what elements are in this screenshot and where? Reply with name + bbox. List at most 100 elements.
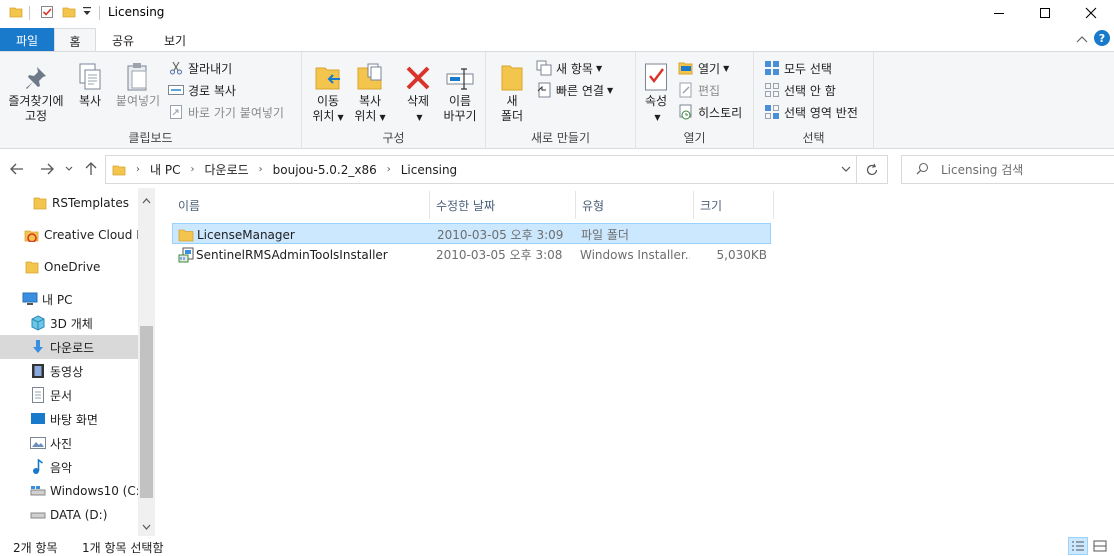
- forward-button[interactable]: [38, 160, 56, 178]
- pin-label-1: 즐겨찾기에: [8, 94, 64, 108]
- invert-selection-icon: [764, 104, 780, 120]
- properties-button[interactable]: 속성 ▼: [638, 58, 674, 125]
- tree-item-videos[interactable]: 동영상: [0, 359, 138, 383]
- customize-quick-access-icon[interactable]: [82, 6, 92, 21]
- new-folder-label-2: 폴더: [500, 109, 524, 123]
- address-bar[interactable]: › 내 PC › 다운로드 › boujou-5.0.2_x86 › Licen…: [105, 155, 857, 184]
- caret-down-icon: ▼: [337, 113, 344, 122]
- column-header-size[interactable]: 크기: [694, 191, 774, 219]
- group-select: 모두 선택 선택 안 함 선택 영역 반전 선택: [754, 52, 874, 149]
- chevron-up-icon[interactable]: [1076, 32, 1088, 46]
- group-clipboard: 즐겨찾기에 고정 복사 붙여넣기 잘라내기 경로 복사 바로 가기 붙여넣기 클…: [0, 52, 302, 149]
- breadcrumb-separator[interactable]: ›: [259, 164, 263, 175]
- arrow-left-icon: [10, 163, 23, 175]
- select-none-button[interactable]: 선택 안 함: [764, 80, 836, 100]
- copy-button[interactable]: 복사: [70, 58, 110, 109]
- tree-item-documents[interactable]: 문서: [0, 383, 138, 407]
- select-all-button[interactable]: 모두 선택: [764, 58, 832, 78]
- invert-selection-button[interactable]: 선택 영역 반전: [764, 102, 858, 122]
- move-to-button[interactable]: 이동 위치 ▼: [308, 58, 348, 125]
- breadcrumb-boujou[interactable]: boujou-5.0.2_x86: [273, 163, 377, 177]
- properties-quick-icon[interactable]: [40, 5, 54, 22]
- tree-item-3d-objects[interactable]: 3D 개체: [0, 311, 138, 335]
- edit-button[interactable]: 편집: [678, 80, 720, 100]
- up-button[interactable]: [82, 160, 100, 178]
- video-icon: [30, 363, 46, 379]
- tree-item-downloads[interactable]: 다운로드: [0, 335, 138, 359]
- tree-item-music[interactable]: 음악: [0, 455, 138, 479]
- search-input[interactable]: Licensing 검색: [901, 155, 1114, 184]
- title-bar: Licensing: [0, 0, 1114, 26]
- refresh-button[interactable]: [857, 155, 888, 184]
- breadcrumb-separator[interactable]: ›: [136, 164, 140, 175]
- breadcrumb-separator[interactable]: ›: [190, 164, 194, 175]
- paste-shortcut-label: 바로 가기 붙여넣기: [188, 105, 284, 120]
- tree-item-drive-d[interactable]: DATA (D:): [0, 503, 138, 527]
- copy-path-button[interactable]: 경로 복사: [168, 80, 236, 100]
- tab-file[interactable]: 파일: [0, 28, 54, 52]
- paste-shortcut-button[interactable]: 바로 가기 붙여넣기: [168, 102, 284, 122]
- breadcrumb-separator[interactable]: ›: [387, 164, 391, 175]
- tree-item-label: 음악: [50, 460, 73, 475]
- minimize-button[interactable]: [976, 0, 1022, 26]
- tree-item-pictures[interactable]: 사진: [0, 431, 138, 455]
- new-folder-icon: [494, 58, 530, 92]
- column-header-type[interactable]: 유형: [576, 191, 694, 219]
- breadcrumb-licensing[interactable]: Licensing: [401, 163, 457, 177]
- delete-button[interactable]: 삭제 ▼: [398, 58, 438, 125]
- move-to-icon: [308, 58, 348, 92]
- status-item-count: 2개 항목: [13, 541, 58, 555]
- tree-item-label: Windows10 (C:): [50, 484, 138, 498]
- new-folder-quick-icon[interactable]: [62, 5, 76, 22]
- tab-view[interactable]: 보기: [150, 28, 200, 52]
- tree-item-creative-cloud[interactable]: Creative Cloud Fil: [0, 223, 138, 247]
- rename-label-1: 이름: [448, 94, 472, 108]
- back-button[interactable]: [8, 160, 26, 178]
- help-icon[interactable]: ?: [1094, 30, 1110, 46]
- new-item-icon: [536, 60, 552, 76]
- new-item-button[interactable]: 새 항목 ▼: [536, 58, 602, 78]
- table-row[interactable]: SentinelRMSAdminToolsInstaller 2010-03-0…: [172, 244, 771, 265]
- scroll-thumb[interactable]: [140, 326, 153, 498]
- status-selected-count: 1개 항목 선택함: [82, 541, 164, 555]
- cut-button[interactable]: 잘라내기: [168, 58, 232, 78]
- chevron-up-icon[interactable]: [138, 192, 155, 209]
- column-header-name[interactable]: 이름: [172, 191, 430, 219]
- tree-item-desktop[interactable]: 바탕 화면: [0, 407, 138, 431]
- tree-item-label: DATA (D:): [50, 508, 108, 522]
- navigation-scrollbar[interactable]: [138, 188, 155, 536]
- easy-access-button[interactable]: 빠른 연결 ▼: [536, 80, 613, 100]
- file-type: Windows Installer...: [580, 247, 690, 262]
- close-button[interactable]: [1068, 0, 1114, 26]
- tree-item-my-pc[interactable]: 내 PC: [0, 287, 138, 311]
- copy-to-button[interactable]: 복사 위치 ▼: [350, 58, 390, 125]
- new-folder-button[interactable]: 새 폴더: [494, 58, 530, 124]
- chevron-down-icon[interactable]: [840, 163, 852, 178]
- pin-to-quick-access-button[interactable]: 즐겨찾기에 고정: [4, 58, 68, 124]
- column-header-modified[interactable]: 수정한 날짜: [430, 191, 576, 219]
- table-row[interactable]: LicenseManager 2010-03-05 오후 3:09 파일 폴더: [172, 223, 771, 244]
- breadcrumb-downloads[interactable]: 다운로드: [204, 161, 248, 178]
- large-icons-view-button[interactable]: [1090, 537, 1110, 555]
- move-to-label-2: 위치: [312, 109, 335, 123]
- open-button[interactable]: 열기 ▼: [678, 58, 729, 78]
- window-title: Licensing: [108, 5, 165, 19]
- tab-home[interactable]: 홈: [54, 28, 96, 53]
- breadcrumb-my-pc[interactable]: 내 PC: [150, 161, 180, 178]
- paste-button[interactable]: 붙여넣기: [112, 58, 164, 109]
- chevron-down-icon[interactable]: [138, 518, 155, 535]
- tree-item-onedrive[interactable]: OneDrive: [0, 255, 138, 279]
- recent-locations-button[interactable]: [62, 160, 76, 178]
- tree-item-rstemplates[interactable]: RSTemplates: [0, 191, 138, 215]
- pictures-icon: [30, 435, 46, 451]
- tree-item-drive-c[interactable]: Windows10 (C:): [0, 479, 138, 503]
- group-label-new: 새로 만들기: [530, 131, 590, 145]
- new-item-label: 새 항목: [556, 61, 593, 76]
- caret-down-icon: ▼: [723, 63, 730, 73]
- maximize-button[interactable]: [1022, 0, 1068, 26]
- details-view-button[interactable]: [1068, 537, 1088, 555]
- tab-share[interactable]: 공유: [100, 28, 146, 52]
- download-icon: [30, 339, 46, 355]
- rename-button[interactable]: 이름 바꾸기: [438, 58, 482, 124]
- history-button[interactable]: 히스토리: [678, 102, 742, 122]
